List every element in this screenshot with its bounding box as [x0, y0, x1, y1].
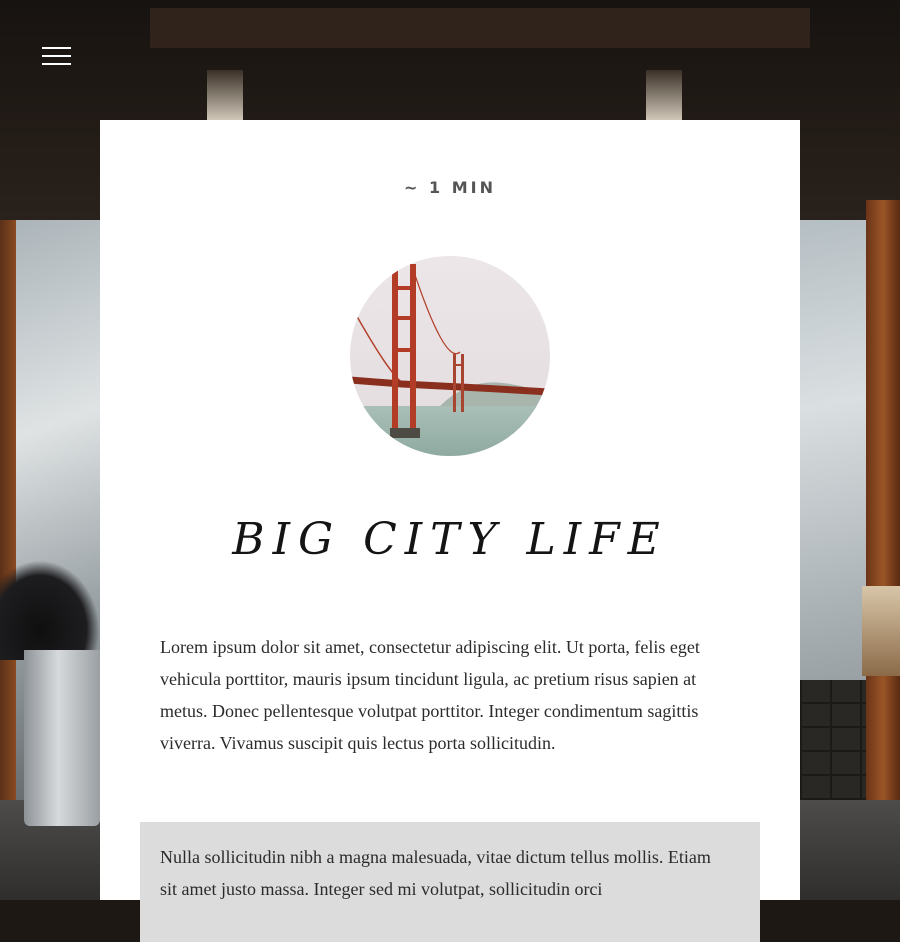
wood-shelf: [862, 586, 900, 676]
ceiling-beam: [150, 8, 810, 48]
golden-gate-bridge-photo: [350, 256, 550, 456]
menu-bar: [42, 55, 71, 57]
hamburger-menu-icon[interactable]: [42, 46, 72, 68]
ceiling-lamp: [207, 70, 243, 120]
article-card: [100, 120, 800, 900]
read-time: ~ 1 MIN: [404, 178, 496, 197]
right-window: [800, 220, 870, 680]
tile-wall: [800, 680, 866, 800]
bridge-image: [350, 256, 550, 456]
article-title: BIG CITY LIFE: [232, 514, 668, 565]
umbrellas: [0, 560, 100, 660]
menu-bar: [42, 63, 71, 65]
quote-text: Nulla sollicitudin nibh a magna malesuad…: [160, 847, 711, 899]
ceiling-lamp: [646, 70, 682, 120]
left-wood-post: [0, 220, 16, 800]
umbrella-bucket: [24, 650, 100, 826]
menu-bar: [42, 47, 71, 49]
article-paragraph: Lorem ipsum dolor sit amet, consectetur …: [160, 637, 700, 753]
right-wood-post: [866, 200, 900, 820]
